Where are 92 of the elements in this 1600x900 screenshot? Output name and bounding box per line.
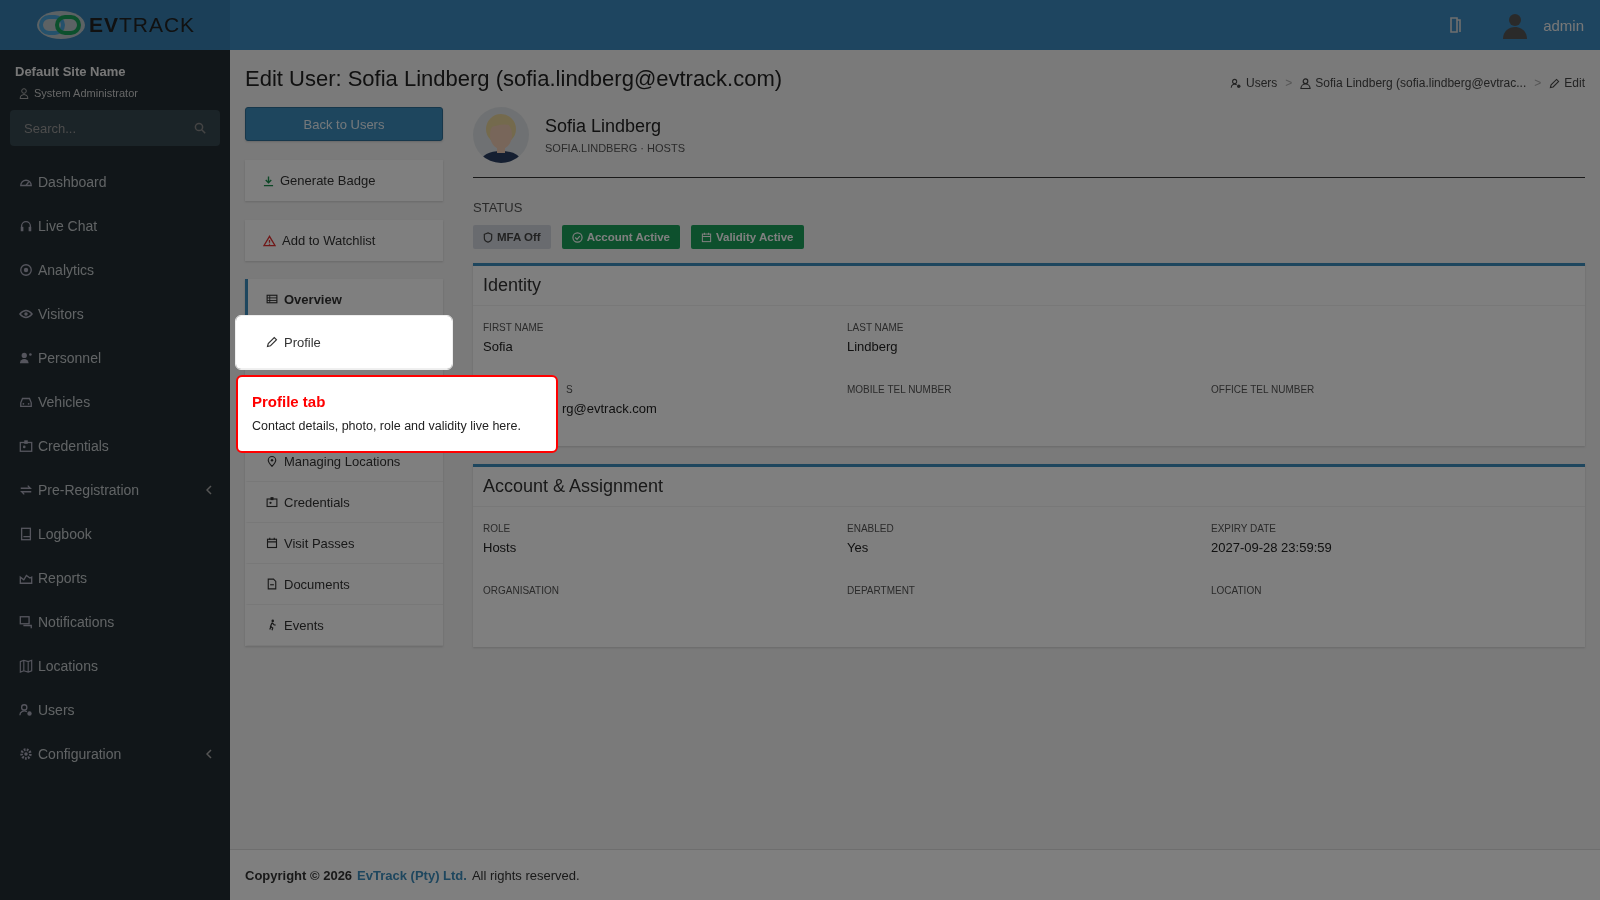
- breadcrumb-separator: >: [1534, 76, 1542, 90]
- logo-icon: [34, 9, 87, 41]
- person-icon: [19, 87, 29, 99]
- document-icon: [266, 578, 278, 590]
- page-title: Edit User: Sofia Lindberg (sofia.lindberg@evtrack.com): [245, 66, 783, 92]
- field-label: LAST NAME: [847, 322, 905, 333]
- pencil-icon: [1549, 77, 1561, 89]
- tab[interactable]: Documents: [245, 564, 443, 605]
- copyright-text: Copyright © 2026: [245, 867, 353, 883]
- field-value: rg@evtrack.com: [562, 401, 658, 416]
- sidebar-item[interactable]: Locations: [0, 644, 230, 688]
- status-badge: MFA Off: [473, 225, 551, 249]
- sidebar-item[interactable]: Reports: [0, 556, 230, 600]
- field-label: ROLE: [483, 523, 512, 534]
- field-value: Lindberg: [847, 339, 899, 354]
- users-icon: [19, 703, 33, 717]
- user-name[interactable]: admin: [1543, 16, 1584, 34]
- field-label: DEPARTMENT: [847, 585, 916, 596]
- person-icon: [1300, 77, 1312, 89]
- breadcrumb-link[interactable]: Edit: [1549, 76, 1585, 90]
- door-icon[interactable]: [1449, 17, 1464, 33]
- calendar-icon: [266, 537, 278, 549]
- sidebar-item[interactable]: Analytics: [0, 248, 230, 292]
- headset-icon: [19, 219, 33, 233]
- card-title: Account & Assignment: [473, 467, 1585, 507]
- eye-icon: [19, 307, 33, 321]
- field-value: Hosts: [483, 540, 518, 555]
- sidebar-item[interactable]: Personnel: [0, 336, 230, 380]
- sidebar-item[interactable]: Pre-Registration: [0, 468, 230, 512]
- map-icon: [19, 659, 33, 673]
- warning-icon: [263, 234, 276, 247]
- status-badge: Account Active: [561, 225, 680, 249]
- action-button[interactable]: Add to Watchlist: [245, 220, 443, 261]
- arrows-icon: [19, 483, 33, 497]
- breadcrumb-link[interactable]: Users: [1229, 76, 1278, 90]
- tab[interactable]: Credentials: [245, 482, 443, 523]
- tab[interactable]: Profile: [236, 316, 452, 369]
- pin-icon: [266, 455, 278, 467]
- target-icon: [19, 263, 33, 277]
- car-icon: [19, 395, 33, 409]
- user-subtitle: SOFIA.LINDBERG · HOSTS: [545, 142, 685, 154]
- tab[interactable]: Visit Passes: [245, 523, 443, 564]
- tooltip-text: Contact details, photo, role and validity live here.: [252, 418, 522, 433]
- sidebar-item[interactable]: Credentials: [0, 424, 230, 468]
- field-label: EXPIRY DATE: [1211, 523, 1278, 534]
- site-name: Default Site Name: [14, 64, 127, 79]
- field-value: 2027-09-28 23:59:59: [1211, 540, 1333, 555]
- field-value: Sofia: [483, 339, 514, 354]
- user-name: Sofia Lindberg: [545, 116, 663, 137]
- status-badge: Validity Active: [690, 225, 804, 249]
- user-role: System Administrator: [34, 87, 138, 99]
- logo-text: EVTRACK: [88, 13, 196, 37]
- field-label: ENABLED: [847, 523, 895, 534]
- breadcrumb-link[interactable]: Sofia Lindberg (sofia.lindberg@evtrac...: [1300, 76, 1527, 90]
- pencil-icon: [266, 336, 278, 348]
- field-label: FIRST NAME: [483, 322, 545, 333]
- avatar-icon[interactable]: [1501, 11, 1530, 39]
- status-label: STATUS: [473, 200, 524, 215]
- sidebar-item[interactable]: Logbook: [0, 512, 230, 556]
- sidebar-item[interactable]: Notifications: [0, 600, 230, 644]
- breadcrumb-separator: >: [1285, 76, 1293, 90]
- rights-text: All rights reserved.: [471, 867, 580, 883]
- field-label: ORGANISATION: [483, 585, 560, 596]
- id-card-icon: [19, 439, 33, 453]
- person-icon: [19, 351, 33, 365]
- table-icon: [266, 293, 278, 305]
- company-link[interactable]: EvTrack (Pty) Ltd.: [357, 867, 467, 883]
- action-button[interactable]: Back to Users: [245, 107, 443, 141]
- tab[interactable]: Events: [245, 605, 443, 646]
- sidebar-item[interactable]: Configuration: [0, 732, 230, 776]
- sidebar-item[interactable]: Visitors: [0, 292, 230, 336]
- sidebar-item[interactable]: Dashboard: [0, 160, 230, 204]
- field-label: S: [565, 384, 574, 395]
- sidebar-item[interactable]: Vehicles: [0, 380, 230, 424]
- tab[interactable]: Managing Locations: [245, 441, 443, 482]
- book-icon: [19, 527, 33, 541]
- field-label: OFFICE TEL NUMBER: [1211, 384, 1316, 395]
- chat-icon: [19, 615, 33, 629]
- download-icon: [263, 174, 274, 187]
- card-title: Identity: [473, 266, 1585, 306]
- search-icon[interactable]: [194, 122, 206, 134]
- field-label: MOBILE TEL NUMBER: [847, 384, 953, 395]
- field-value: Yes: [847, 540, 870, 555]
- users-icon: [1229, 77, 1242, 89]
- field-label: LOCATION: [1211, 585, 1263, 596]
- id-card-icon: [266, 496, 278, 508]
- action-button[interactable]: Generate Badge: [245, 160, 443, 201]
- tooltip-title: Profile tab: [252, 392, 327, 410]
- gear-icon: [19, 747, 33, 761]
- sidebar-item[interactable]: Live Chat: [0, 204, 230, 248]
- sidebar-item[interactable]: Users: [0, 688, 230, 732]
- walking-person-icon: [266, 619, 278, 631]
